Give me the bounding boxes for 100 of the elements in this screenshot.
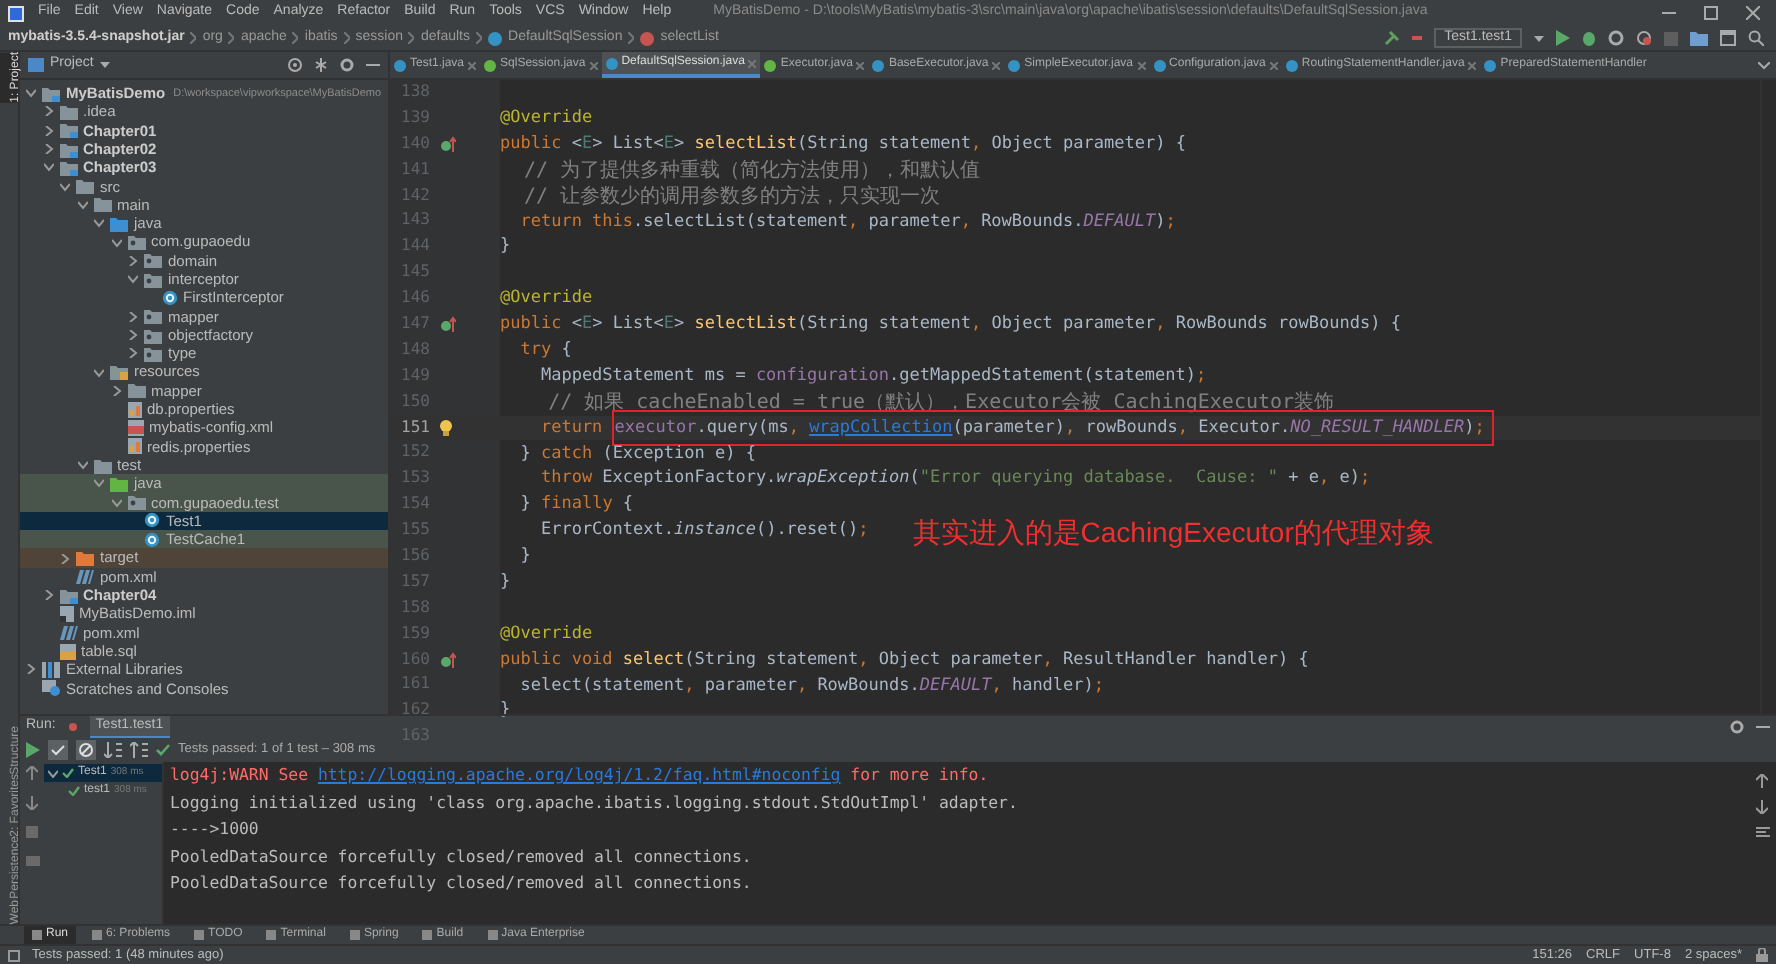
close-icon[interactable]	[992, 61, 1001, 69]
package-icon	[144, 345, 162, 362]
rerun-icon[interactable]	[26, 742, 40, 758]
close-icon[interactable]	[1269, 61, 1278, 69]
close-icon[interactable]	[589, 61, 598, 69]
chevron-right-icon[interactable]	[43, 106, 53, 117]
tab-list-icon[interactable]	[1758, 61, 1770, 69]
arrow-up-icon[interactable]	[26, 766, 38, 780]
chevron-down-icon[interactable]	[43, 162, 53, 173]
chevron-right-icon[interactable]	[128, 330, 138, 340]
close-icon[interactable]	[856, 61, 865, 69]
sort-icon[interactable]	[104, 742, 122, 758]
module-folder-icon	[59, 159, 77, 176]
module-folder-icon	[59, 122, 77, 139]
locate-icon[interactable]	[288, 58, 302, 72]
collapse-icon[interactable]	[314, 58, 328, 72]
caret-icon[interactable]	[99, 62, 110, 68]
settings-icon[interactable]	[340, 58, 354, 72]
chevron-right-icon[interactable]	[26, 664, 36, 675]
profile-icon[interactable]	[1636, 30, 1652, 46]
chevron-down-icon[interactable]	[111, 237, 121, 248]
override-marker-icon[interactable]	[440, 652, 456, 669]
libraries-icon	[42, 661, 60, 678]
class-icon	[488, 31, 503, 45]
code-line: @Override	[500, 621, 593, 648]
code-line: public <E> List<E> selectList(String statement, Object parameter) {	[500, 131, 1186, 158]
console-text: ---->1000	[170, 816, 259, 842]
console-text: log4j:WARN See	[170, 762, 311, 788]
close-icon[interactable]	[1137, 61, 1146, 69]
debug-icon[interactable]	[1582, 30, 1596, 46]
lock-icon[interactable]	[1756, 948, 1768, 962]
maximize-icon[interactable]	[1704, 6, 1718, 20]
arrow-down-icon[interactable]	[1756, 800, 1768, 814]
tool-icon	[92, 930, 103, 940]
close-icon[interactable]	[1746, 6, 1760, 20]
folder-icon[interactable]	[1690, 30, 1708, 46]
class-icon	[1008, 59, 1021, 71]
override-marker-icon[interactable]	[440, 136, 456, 153]
chevron-down-icon[interactable]	[94, 367, 104, 378]
chevron-down-icon[interactable]	[48, 769, 58, 777]
chevron-down-icon[interactable]	[111, 497, 121, 508]
chevron-down-icon[interactable]	[94, 478, 104, 489]
lightbulb-icon[interactable]	[440, 420, 452, 437]
console-link[interactable]: http://logging.apache.org/log4j/1.2/faq.html#noconfig	[317, 762, 841, 789]
tool-icon	[194, 930, 205, 940]
class-icon	[161, 289, 177, 306]
minimize-icon[interactable]	[1662, 11, 1676, 15]
chevron-right-icon	[343, 32, 350, 44]
close-icon[interactable]	[468, 61, 477, 69]
tool-icon	[422, 930, 433, 940]
search-icon[interactable]	[1748, 30, 1764, 46]
chevron-right-icon[interactable]	[43, 144, 53, 155]
chevron-right-icon[interactable]	[128, 348, 138, 359]
settings-icon[interactable]	[1730, 720, 1744, 734]
override-marker-icon[interactable]	[440, 316, 456, 333]
class-icon	[1285, 59, 1298, 71]
arrow-down-icon[interactable]	[26, 796, 38, 810]
chevron-right-icon[interactable]	[43, 125, 53, 136]
code-line: }	[500, 569, 511, 596]
wrap-icon[interactable]	[1755, 826, 1769, 838]
camera-icon[interactable]	[25, 854, 39, 866]
package-icon	[144, 252, 162, 269]
chevron-right-icon[interactable]	[128, 255, 138, 266]
run-config-icon	[1412, 34, 1423, 42]
chevron-down-icon[interactable]	[26, 88, 36, 99]
show-passed-icon[interactable]	[48, 740, 68, 760]
run-icon[interactable]	[1556, 30, 1570, 46]
hammer-icon[interactable]	[1384, 30, 1401, 46]
chevron-down-icon[interactable]	[77, 199, 87, 210]
package-icon	[127, 234, 145, 251]
caret-icon[interactable]	[1534, 35, 1544, 41]
interface-icon	[764, 59, 777, 71]
show-ignored-icon[interactable]	[76, 740, 96, 760]
code-line: public void select(String statement, Object parameter, ResultHandler handler) {	[500, 647, 1309, 673]
chevron-right-icon[interactable]	[43, 590, 53, 601]
chevron-right-icon[interactable]	[128, 311, 138, 322]
coverage-icon[interactable]	[1608, 30, 1624, 46]
status-icon[interactable]	[8, 949, 20, 961]
package-icon	[127, 494, 145, 511]
close-icon[interactable]	[1468, 61, 1477, 69]
chevron-right-icon	[408, 32, 415, 44]
tool-icon	[32, 930, 42, 940]
console-text: for more info.	[848, 762, 989, 788]
chevron-right-icon	[476, 32, 483, 44]
chevron-down-icon[interactable]	[128, 274, 138, 285]
sort-duration-icon[interactable]	[130, 742, 148, 758]
chevron-right-icon[interactable]	[111, 385, 121, 396]
chevron-down-icon[interactable]	[60, 181, 70, 192]
code-line: }	[500, 234, 511, 261]
arrow-up-icon[interactable]	[1756, 774, 1768, 788]
chevron-right-icon[interactable]	[60, 553, 70, 564]
xml-file-icon	[127, 419, 143, 436]
class-icon	[394, 59, 406, 71]
class-icon	[1484, 59, 1497, 71]
layout-icon[interactable]	[1720, 30, 1736, 46]
module-folder-icon	[42, 85, 60, 102]
chevron-down-icon[interactable]	[77, 460, 87, 471]
code-line: try {	[518, 337, 572, 364]
chevron-down-icon[interactable]	[94, 218, 104, 229]
class-icon	[872, 59, 885, 71]
